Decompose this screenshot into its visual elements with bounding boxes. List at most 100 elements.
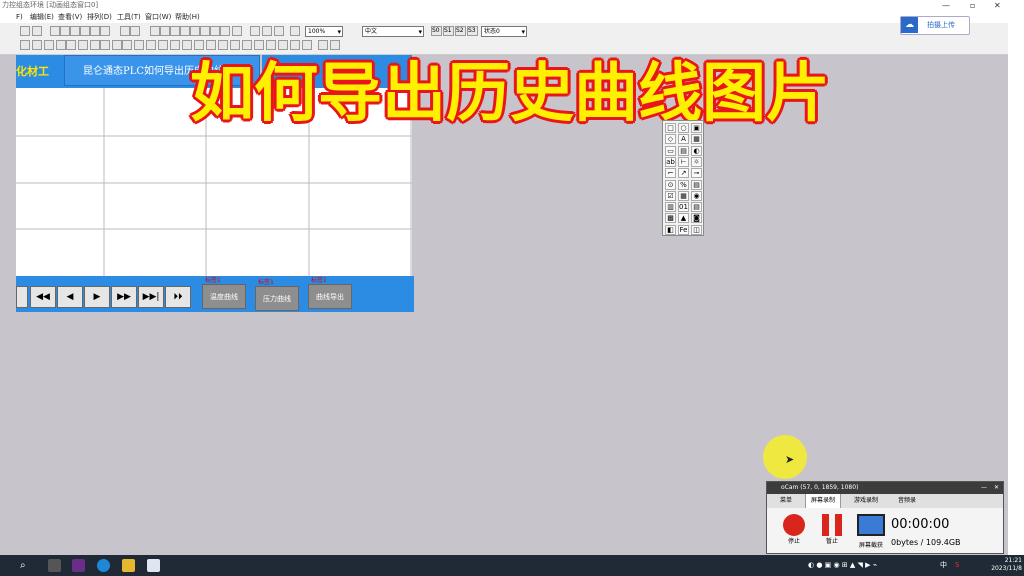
palette-tool-7[interactable]: ▤ [678,145,689,156]
palette-tool-1[interactable]: ○ [678,123,689,133]
toolbar-icon-r2-19[interactable] [242,40,252,50]
toolbar-icon-r2-12[interactable] [158,40,168,50]
nav-forward-button[interactable]: ▶▶ [111,286,137,308]
toolbar-icon-r2-13[interactable] [170,40,180,50]
temperature-curve-button[interactable]: 标签1 温度曲线 [202,277,246,309]
app-icon-active[interactable] [147,559,160,572]
palette-tool-19[interactable]: ▦ [678,190,689,201]
palette-tool-10[interactable]: ⊢ [678,156,689,167]
toolbar-icon-r2-24[interactable] [302,40,312,50]
palette-tool-28[interactable]: Fe [678,224,689,235]
close-icon[interactable]: ✕ [994,0,1001,11]
s1-button[interactable]: S1 [443,26,454,36]
ocam-stop-button[interactable]: 停止 [779,514,809,552]
palette-tool-27[interactable]: ◧ [665,224,676,235]
toolbar-icon-r2-26[interactable] [330,40,340,50]
toolbar-icon-r2-14[interactable] [182,40,192,50]
ocam-tab-menu[interactable]: 菜单 [775,494,797,508]
palette-tool-9[interactable]: ab [665,156,676,167]
palette-tool-17[interactable]: ▤ [691,179,702,190]
nav-fast-back-button[interactable]: ◀◀ [30,286,56,308]
toolbar-icon-r1-21[interactable] [274,26,284,36]
toolbar-icon-r2-0[interactable] [20,40,30,50]
upload-button[interactable]: ☁ 拍摄上传 [900,16,970,35]
toolbar-icon-r1-19[interactable] [250,26,260,36]
menu-window[interactable]: 窗口(W) [145,11,171,23]
toolbar-icon-r1-16[interactable] [210,26,220,36]
toolbar-icon-r1-14[interactable] [190,26,200,36]
ocam-minimize-icon[interactable]: — [981,482,987,494]
task-view-icon[interactable] [48,559,61,572]
zoom-select[interactable]: 100% [305,26,343,37]
palette-tool-25[interactable]: ▲ [678,213,689,224]
palette-tool-14[interactable]: ⊸ [691,168,702,179]
ocam-pause-button[interactable]: 暂止 [817,514,847,552]
toolbar-icon-r2-9[interactable] [122,40,132,50]
toolbar-icon-r1-20[interactable] [262,26,272,36]
nav-fast-forward-button[interactable]: ▶▶| [138,286,164,308]
palette-tool-12[interactable]: ⌐ [665,168,676,179]
palette-tool-15[interactable]: ⊙ [665,179,676,190]
browser-icon[interactable] [97,559,110,572]
ocam-tab-screen-record[interactable]: 屏幕录制 [805,494,842,508]
toolbar-icon-r2-5[interactable] [78,40,88,50]
ime-indicator[interactable]: 中 [940,555,947,576]
toolbar-icon-r2-18[interactable] [230,40,240,50]
toolbar-icon-r1-11[interactable] [160,26,170,36]
toolbar-icon-r2-21[interactable] [266,40,276,50]
state-select[interactable]: 状态0 [481,26,527,37]
minimize-icon[interactable]: — [942,0,950,11]
menu-view[interactable]: 查看(V) [58,11,82,23]
palette-tool-5[interactable]: ▦ [691,134,702,145]
toolbar-icon-r2-4[interactable] [66,40,76,50]
toolbar-icon-r1-8[interactable] [120,26,130,36]
palette-tool-16[interactable]: % [678,179,689,190]
toolbar-icon-r2-16[interactable] [206,40,216,50]
toolbar-icon-r2-2[interactable] [44,40,54,50]
pressure-curve-button[interactable]: 标签1 压力曲线 [255,279,299,311]
palette-tool-13[interactable]: ↗ [678,168,689,179]
ocam-tab-game-record[interactable]: 游戏录制 [849,494,883,508]
menu-file[interactable]: F) [16,11,23,23]
s2-button[interactable]: S2 [455,26,466,36]
palette-tool-2[interactable]: ▣ [691,123,702,133]
ocam-screen-capture-button[interactable]: 屏幕截获 [853,514,889,552]
toolbar-icon-r2-20[interactable] [254,40,264,50]
toolbar-icon-r1-15[interactable] [200,26,210,36]
menu-edit[interactable]: 编辑(E) [30,11,54,23]
toolbar-icon-r2-17[interactable] [218,40,228,50]
menu-help[interactable]: 帮助(H) [175,11,200,23]
palette-tool-23[interactable]: ▤ [691,202,702,213]
palette-tool-11[interactable]: ☼ [691,156,702,167]
toolbar-icon-r2-15[interactable] [194,40,204,50]
toolbar-icon-r2-25[interactable] [318,40,328,50]
toolbar-icon-r1-12[interactable] [170,26,180,36]
toolbar-icon-r1-22[interactable] [290,26,300,36]
palette-tool-24[interactable]: ▩ [665,213,676,224]
menu-arrange[interactable]: 排列(D) [87,11,112,23]
toolbar-icon-r1-6[interactable] [90,26,100,36]
toolbar-icon-r1-7[interactable] [100,26,110,36]
system-clock[interactable]: 21:21 2023/11/8 [991,557,1022,573]
palette-tool-26[interactable]: ◙ [691,213,702,224]
palette-tool-6[interactable]: ▭ [665,145,676,156]
menu-tools[interactable]: 工具(T) [117,11,141,23]
nav-play-button[interactable]: ▶ [84,286,110,308]
toolbar-icon-r1-10[interactable] [150,26,160,36]
palette-tool-4[interactable]: A [678,134,689,145]
curve-export-button[interactable]: 标签1 曲线导出 [308,277,352,309]
nav-first-button[interactable] [16,286,28,308]
toolbar-icon-r2-10[interactable] [134,40,144,50]
toolbar-icon-r1-4[interactable] [70,26,80,36]
search-icon[interactable]: ⌕ [20,555,26,576]
palette-tool-29[interactable]: ◫ [691,224,702,235]
nav-back-button[interactable]: ◀ [57,286,83,308]
sogou-icon[interactable]: S [955,555,959,576]
s0-button[interactable]: S0 [431,26,442,36]
toolbar-icon-r2-22[interactable] [278,40,288,50]
palette-tool-0[interactable]: □ [665,123,676,133]
toolbar-icon-r1-1[interactable] [32,26,42,36]
nav-last-button[interactable]: ⏵⏵ [165,286,191,308]
toolbar-icon-r2-3[interactable] [56,40,66,50]
toolbar-icon-r2-1[interactable] [32,40,42,50]
